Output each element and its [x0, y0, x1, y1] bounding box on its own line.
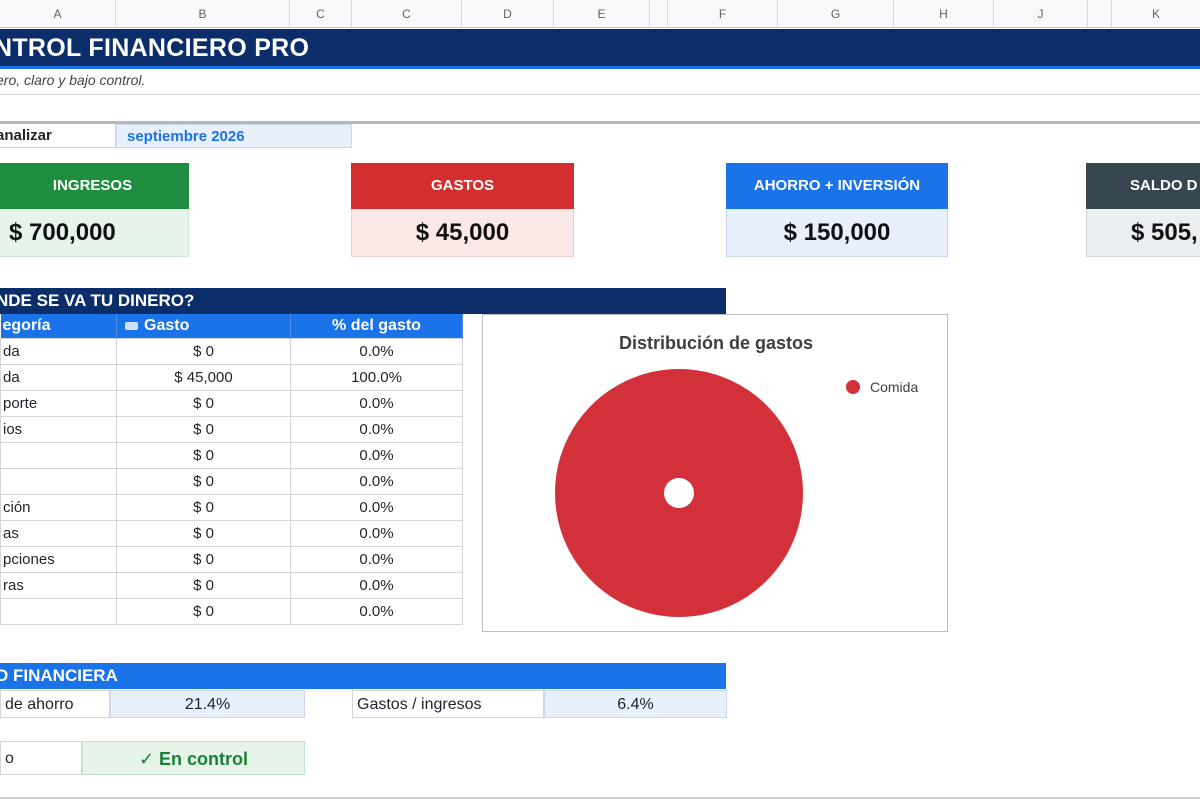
percent-cell[interactable]: 0.0%: [290, 467, 463, 495]
percent-column-header[interactable]: % del gasto: [290, 314, 463, 338]
percent-cell[interactable]: 0.0%: [290, 441, 463, 469]
amount-cell[interactable]: $ 0: [116, 493, 291, 521]
category-cell[interactable]: pciones: [0, 545, 117, 573]
table-row: ios $ 0 0.0%: [0, 415, 463, 443]
amount-cell[interactable]: $ 0: [116, 337, 291, 365]
table-row: da $ 45,000 100.0%: [0, 363, 463, 391]
percent-cell[interactable]: 0.0%: [290, 415, 463, 443]
legend-swatch: [846, 380, 860, 394]
amount-cell[interactable]: $ 0: [116, 467, 291, 495]
savings-rate-label: de ahorro: [0, 690, 110, 718]
percent-cell[interactable]: 0.0%: [290, 337, 463, 365]
column-header-k[interactable]: K: [1112, 0, 1200, 28]
card-ingresos-label: INGRESOS: [0, 163, 189, 209]
pie-center-hole: [664, 478, 694, 508]
category-cell[interactable]: porte: [0, 389, 117, 417]
table-row: $ 0 0.0%: [0, 441, 463, 469]
chart-title: Distribución de gastos: [618, 333, 814, 353]
title-band: NTROL FINANCIERO PRO: [0, 29, 1200, 69]
bottom-divider: [0, 797, 1200, 799]
status-label: o: [0, 741, 82, 775]
chart-container[interactable]: Distribución de gastos Comida: [482, 314, 948, 632]
amount-cell[interactable]: $ 0: [116, 571, 291, 599]
column-header-e[interactable]: E: [554, 0, 650, 28]
breakdown-section-title: NDE SE VA TU DINERO?: [0, 288, 726, 314]
percent-cell[interactable]: 0.0%: [290, 571, 463, 599]
savings-rate-value[interactable]: 21.4%: [110, 690, 305, 718]
card-saldo[interactable]: SALDO D $ 505,: [1086, 163, 1200, 257]
percent-cell[interactable]: 0.0%: [290, 389, 463, 417]
column-header-b[interactable]: B: [116, 0, 290, 28]
chart-legend: Comida: [846, 379, 918, 395]
card-gastos[interactable]: GASTOS $ 45,000: [351, 163, 574, 257]
filter-chip-icon: [125, 321, 138, 330]
month-input[interactable]: septiembre 2026: [116, 124, 352, 148]
card-gastos-label: GASTOS: [351, 163, 574, 209]
category-column-header[interactable]: egoría: [0, 314, 117, 338]
category-cell[interactable]: da: [0, 363, 117, 391]
card-ahorro-label: AHORRO + INVERSIÓN: [726, 163, 948, 209]
amount-column-header[interactable]: Gasto: [116, 314, 291, 338]
column-header-a[interactable]: A: [0, 0, 116, 28]
category-cell[interactable]: as: [0, 519, 117, 547]
table-row: $ 0 0.0%: [0, 597, 463, 625]
percent-cell[interactable]: 100.0%: [290, 363, 463, 391]
category-cell[interactable]: [0, 441, 117, 469]
table-row: porte $ 0 0.0%: [0, 389, 463, 417]
table-row: as $ 0 0.0%: [0, 519, 463, 547]
legend-label: Comida: [870, 379, 919, 395]
table-row: ras $ 0 0.0%: [0, 571, 463, 599]
table-row: da $ 0 0.0%: [0, 337, 463, 365]
month-label[interactable]: analizar: [0, 124, 116, 148]
column-header-c[interactable]: C: [290, 0, 352, 28]
category-cell[interactable]: ios: [0, 415, 117, 443]
category-cell[interactable]: da: [0, 337, 117, 365]
amount-column-label: Gasto: [144, 316, 190, 334]
page-subtitle[interactable]: ero, claro y bajo control.: [0, 72, 145, 88]
column-header-narrow[interactable]: [650, 0, 668, 28]
category-cell[interactable]: ras: [0, 571, 117, 599]
card-ahorro[interactable]: AHORRO + INVERSIÓN $ 150,000: [726, 163, 948, 257]
card-ingresos[interactable]: INGRESOS $ 700,000: [0, 163, 189, 257]
category-cell[interactable]: ción: [0, 493, 117, 521]
category-cell[interactable]: [0, 597, 117, 625]
card-gastos-value: $ 45,000: [351, 209, 574, 257]
category-cell[interactable]: [0, 467, 117, 495]
amount-cell[interactable]: $ 0: [116, 389, 291, 417]
table-row: pciones $ 0 0.0%: [0, 545, 463, 573]
amount-cell[interactable]: $ 45,000: [116, 363, 291, 391]
percent-cell[interactable]: 0.0%: [290, 597, 463, 625]
amount-cell[interactable]: $ 0: [116, 519, 291, 547]
column-header-j[interactable]: J: [994, 0, 1088, 28]
card-ahorro-value: $ 150,000: [726, 209, 948, 257]
table-row: $ 0 0.0%: [0, 467, 463, 495]
amount-cell[interactable]: $ 0: [116, 545, 291, 573]
page-title[interactable]: NTROL FINANCIERO PRO: [0, 34, 309, 63]
column-header-d[interactable]: D: [462, 0, 554, 28]
column-header-f[interactable]: F: [668, 0, 778, 28]
expense-ratio-value[interactable]: 6.4%: [544, 690, 727, 718]
column-header-c2[interactable]: C: [352, 0, 462, 28]
column-header-h[interactable]: H: [894, 0, 994, 28]
column-header-bar: A B C C D E F G H J K: [0, 0, 1200, 28]
category-table: egoría Gasto % del gasto da $ 0 0.0% da $ 45…: [0, 314, 463, 625]
pie-chart: [555, 369, 803, 617]
expense-ratio-label: Gastos / ingresos: [352, 690, 544, 718]
percent-cell[interactable]: 0.0%: [290, 519, 463, 547]
card-ingresos-value: $ 700,000: [0, 209, 189, 257]
column-header-narrow2[interactable]: [1088, 0, 1112, 28]
percent-cell[interactable]: 0.0%: [290, 493, 463, 521]
status-badge[interactable]: ✓ En control: [82, 741, 305, 775]
amount-cell[interactable]: $ 0: [116, 415, 291, 443]
amount-cell[interactable]: $ 0: [116, 597, 291, 625]
divider: [0, 94, 1200, 95]
card-saldo-label: SALDO D: [1086, 163, 1200, 209]
card-saldo-value: $ 505,: [1086, 209, 1200, 257]
column-header-g[interactable]: G: [778, 0, 894, 28]
health-section-title: D FINANCIERA: [0, 663, 726, 689]
percent-cell[interactable]: 0.0%: [290, 545, 463, 573]
amount-cell[interactable]: $ 0: [116, 441, 291, 469]
table-row: ción $ 0 0.0%: [0, 493, 463, 521]
